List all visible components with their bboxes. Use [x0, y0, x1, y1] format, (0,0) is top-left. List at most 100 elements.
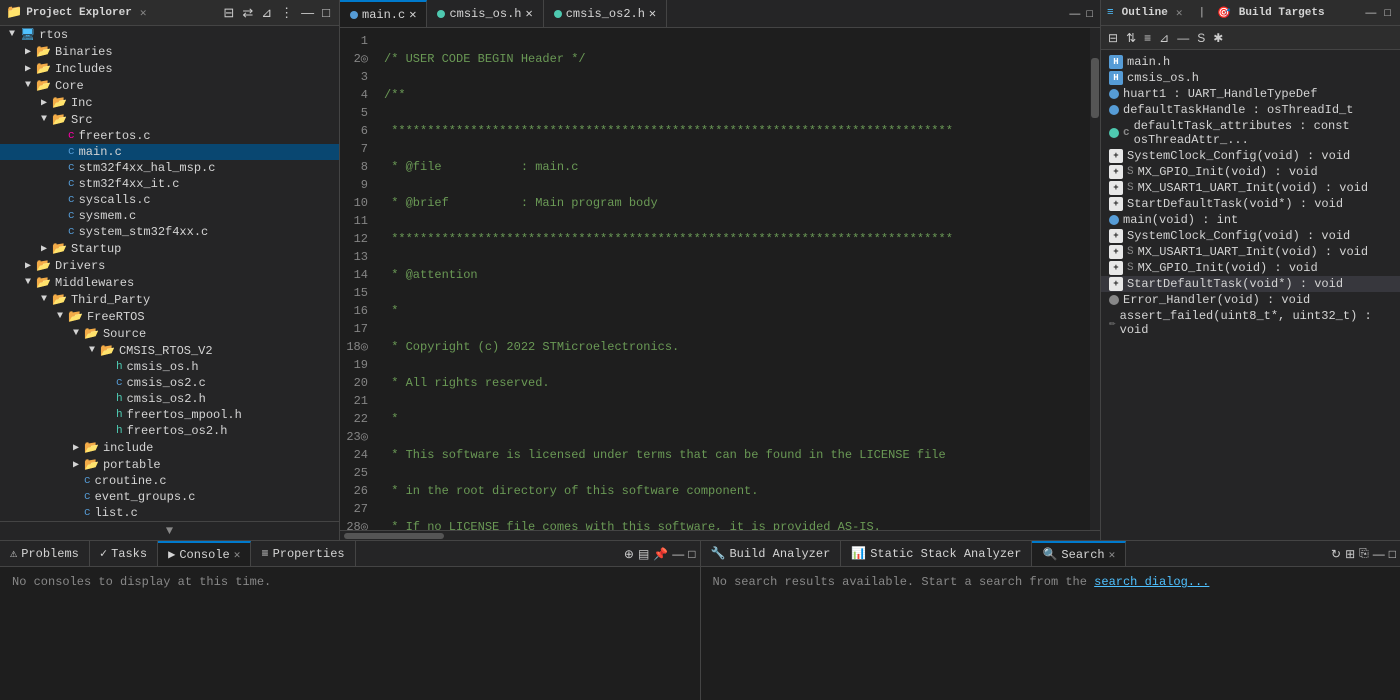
close-main-c[interactable]: ✕	[409, 7, 416, 22]
tree-item-cmsis-rtos[interactable]: ▼ 📂 CMSIS_RTOS_V2	[0, 342, 339, 359]
tree-item-include[interactable]: ▶ 📂 include	[0, 439, 339, 456]
console-display[interactable]: ▤	[638, 547, 649, 561]
arrow-include: ▶	[68, 442, 84, 454]
outline-item-main-fn[interactable]: main(void) : int	[1101, 212, 1400, 228]
more-button[interactable]: ⋮	[277, 4, 296, 22]
outline-hide-static[interactable]: S	[1194, 30, 1208, 46]
editor-content[interactable]: 12◎345 678910 1112131415 161718◎1920 212…	[340, 28, 1100, 530]
editor-tab-main-c[interactable]: main.c ✕	[340, 0, 427, 27]
console-minimize[interactable]: —	[672, 547, 684, 561]
console-pin[interactable]: 📌	[653, 547, 668, 561]
tab-build-analyzer[interactable]: 🔧 Build Analyzer	[701, 541, 842, 566]
tree-item-cmsis-os2-c[interactable]: ▶ c cmsis_os2.c	[0, 375, 339, 391]
tree-item-inc[interactable]: ▶ 📂 Inc	[0, 94, 339, 111]
search-export[interactable]: ⎘	[1359, 546, 1369, 561]
tree-item-it[interactable]: ▶ c stm32f4xx_it.c	[0, 176, 339, 192]
search-expand[interactable]: ⊞	[1345, 547, 1355, 561]
close-console[interactable]: ✕	[234, 548, 241, 562]
tree-item-source[interactable]: ▼ 📂 Source	[0, 325, 339, 342]
outline-item-start-task2[interactable]: + StartDefaultTask(void*) : void	[1101, 276, 1400, 292]
include-icon: 📂	[84, 440, 99, 455]
tree-item-sysmem[interactable]: ▶ c sysmem.c	[0, 208, 339, 224]
outline-close[interactable]: ✕	[1176, 6, 1183, 20]
tree-item-freertos-os2-h[interactable]: ▶ h freertos_os2.h	[0, 423, 339, 439]
outline-maximize[interactable]: □	[1381, 7, 1394, 19]
outline-item-gpio-init[interactable]: + S MX_GPIO_Init(void) : void	[1101, 164, 1400, 180]
search-minimize[interactable]: —	[1373, 547, 1385, 561]
tab-properties[interactable]: ≡ Properties	[251, 541, 355, 566]
outline-item-cmsis-os-h[interactable]: H cmsis_os.h	[1101, 70, 1400, 86]
close-cmsis-os2-h[interactable]: ✕	[649, 6, 656, 21]
tree-item-event-groups[interactable]: ▶ c event_groups.c	[0, 489, 339, 505]
tree-item-main-c[interactable]: ▶ c main.c	[0, 144, 339, 160]
tree-item-hal-msp[interactable]: ▶ c stm32f4xx_hal_msp.c	[0, 160, 339, 176]
outline-hide-fields[interactable]: —	[1174, 30, 1192, 46]
tree-item-croutine[interactable]: ▶ c croutine.c	[0, 473, 339, 489]
tree-item-binaries[interactable]: ▶ 📂 Binaries	[0, 43, 339, 60]
console-maximize[interactable]: □	[688, 547, 695, 561]
outline-filter[interactable]: ⊿	[1156, 30, 1172, 46]
tree-item-src[interactable]: ▼ 📂 Src	[0, 111, 339, 128]
editor-horizontal-scrollbar[interactable]	[340, 530, 1100, 540]
outline-item-defaulttaskhandle[interactable]: defaultTaskHandle : osThreadId_t	[1101, 102, 1400, 118]
tab-label-tasks: Tasks	[111, 547, 147, 561]
console-new[interactable]: ⊕	[624, 547, 634, 561]
tree-item-portable[interactable]: ▶ 📂 portable	[0, 456, 339, 473]
project-explorer-close[interactable]: ✕	[140, 6, 147, 20]
outline-item-defaulttask-attr[interactable]: c defaultTask_attributes : const osThrea…	[1101, 118, 1400, 148]
close-search-tab[interactable]: ✕	[1109, 548, 1116, 562]
tab-search[interactable]: 🔍 Search ✕	[1032, 541, 1126, 566]
outline-item-usart-init2[interactable]: + S MX_USART1_UART_Init(void) : void	[1101, 244, 1400, 260]
outline-sort2[interactable]: ≡	[1141, 30, 1154, 46]
outline-item-assert-failed[interactable]: ✏ assert_failed(uint8_t*, uint32_t) : vo…	[1101, 308, 1400, 338]
tree-item-freertos-mpool[interactable]: ▶ h freertos_mpool.h	[0, 407, 339, 423]
tab-console[interactable]: ▶ Console ✕	[158, 541, 251, 566]
minimize-button[interactable]: —	[298, 4, 317, 21]
outline-collapse[interactable]: ⊟	[1105, 30, 1121, 46]
collapse-all-button[interactable]: ⊟	[220, 4, 237, 22]
outline-item-main-h[interactable]: H main.h	[1101, 54, 1400, 70]
outline-minimize[interactable]: —	[1362, 7, 1379, 19]
scroll-down-arrow: ▼	[166, 524, 173, 538]
search-maximize[interactable]: □	[1389, 547, 1396, 561]
tree-item-drivers[interactable]: ▶ 📂 Drivers	[0, 257, 339, 274]
editor-tab-cmsis-os2-h[interactable]: cmsis_os2.h ✕	[544, 0, 667, 27]
tree-item-list[interactable]: ▶ c list.c	[0, 505, 339, 521]
tab-static-stack[interactable]: 📊 Static Stack Analyzer	[841, 541, 1032, 566]
search-refresh[interactable]: ↻	[1331, 547, 1341, 561]
close-cmsis-os-h[interactable]: ✕	[525, 6, 532, 21]
tree-item-system[interactable]: ▶ c system_stm32f4xx.c	[0, 224, 339, 240]
tree-item-includes[interactable]: ▶ 📂 Includes	[0, 60, 339, 77]
tree-item-third-party[interactable]: ▼ 📂 Third_Party	[0, 291, 339, 308]
editor-maximize[interactable]: □	[1083, 8, 1096, 20]
search-dialog-link[interactable]: search dialog...	[1094, 575, 1209, 589]
editor-tab-cmsis-os-h[interactable]: cmsis_os.h ✕	[427, 0, 543, 27]
tree-item-core[interactable]: ▼ 📂 Core	[0, 77, 339, 94]
maximize-button[interactable]: □	[319, 4, 333, 21]
tree-item-syscalls[interactable]: ▶ c syscalls.c	[0, 192, 339, 208]
tree-item-freertos[interactable]: ▼ 📂 FreeRTOS	[0, 308, 339, 325]
outline-sort[interactable]: ⇅	[1123, 30, 1139, 46]
outline-item-sysclock[interactable]: + SystemClock_Config(void) : void	[1101, 148, 1400, 164]
tab-tasks[interactable]: ✓ Tasks	[90, 541, 158, 566]
link-editor-button[interactable]: ⇄	[239, 4, 256, 22]
tree-item-cmsis-os2-h[interactable]: ▶ h cmsis_os2.h	[0, 391, 339, 407]
outline-item-error-handler[interactable]: Error_Handler(void) : void	[1101, 292, 1400, 308]
tree-item-cmsis-os-h[interactable]: ▶ h cmsis_os.h	[0, 359, 339, 375]
outline-item-usart-init[interactable]: + S MX_USART1_UART_Init(void) : void	[1101, 180, 1400, 196]
code-editor[interactable]: /* USER CODE BEGIN Header */ /** *******…	[376, 28, 1090, 530]
croutine-icon: c	[84, 475, 91, 487]
outline-item-start-task[interactable]: + StartDefaultTask(void*) : void	[1101, 196, 1400, 212]
tree-item-freertos-c[interactable]: ▶ c freertos.c	[0, 128, 339, 144]
editor-vertical-scrollbar[interactable]	[1090, 28, 1100, 530]
tree-item-startup[interactable]: ▶ 📂 Startup	[0, 240, 339, 257]
outline-item-huart1[interactable]: huart1 : UART_HandleTypeDef	[1101, 86, 1400, 102]
tree-item-rtos[interactable]: ▼ 🖥 rtos	[0, 26, 339, 43]
tree-item-middlewares[interactable]: ▼ 📂 Middlewares	[0, 274, 339, 291]
outline-item-gpio-init2[interactable]: + S MX_GPIO_Init(void) : void	[1101, 260, 1400, 276]
editor-minimize[interactable]: —	[1066, 8, 1083, 20]
outline-asterisk[interactable]: ✱	[1210, 30, 1226, 46]
filter-button[interactable]: ⊿	[258, 4, 275, 22]
outline-item-sysclock2[interactable]: + SystemClock_Config(void) : void	[1101, 228, 1400, 244]
tab-problems[interactable]: ⚠ Problems	[0, 541, 90, 566]
